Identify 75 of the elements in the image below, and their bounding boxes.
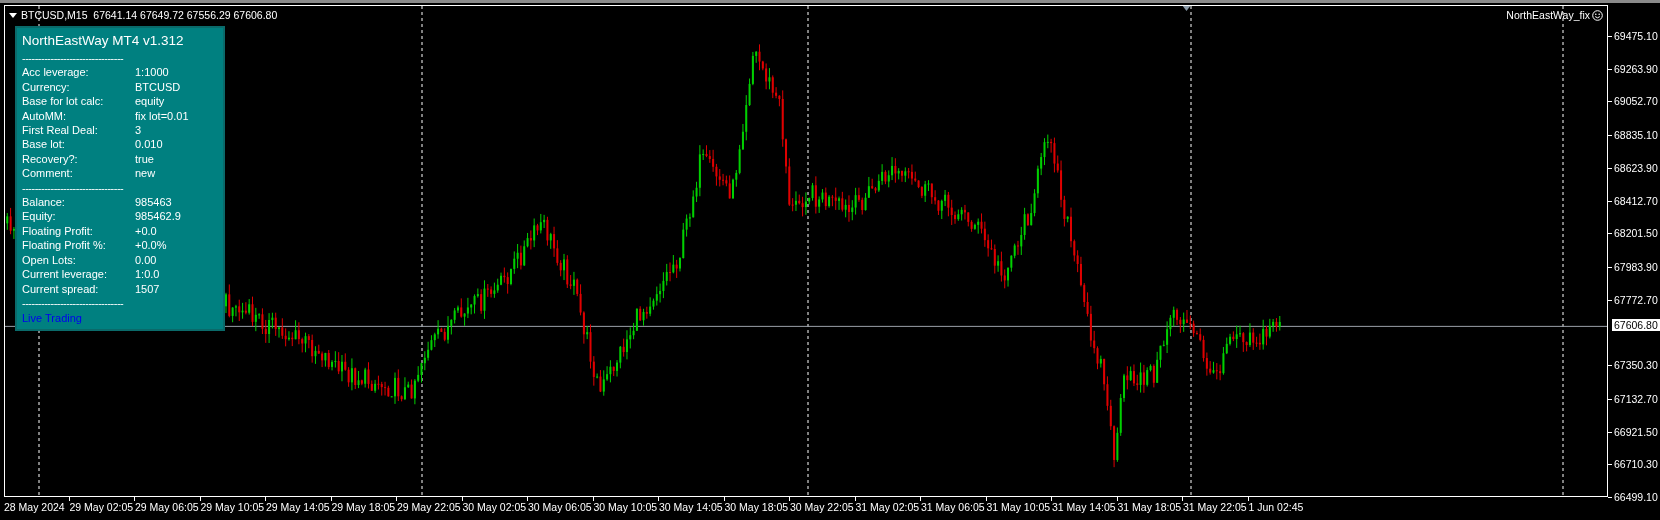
price-label: 66710.30 <box>1614 458 1658 471</box>
info-value: true <box>135 151 154 167</box>
current-price-label: 67606.80 <box>1612 319 1660 332</box>
price-label: 68412.70 <box>1614 194 1658 207</box>
price-label: 68623.90 <box>1614 161 1658 174</box>
price-label: 67772.70 <box>1614 293 1658 306</box>
info-label: Equity: <box>22 209 57 224</box>
time-label: 29 May 14:05 <box>266 501 330 513</box>
info-value: +0.0% <box>135 238 167 253</box>
info-label: First Real Deal: <box>22 123 99 138</box>
price-label: 67132.70 <box>1614 392 1658 405</box>
info-value: 1:0.0 <box>135 267 160 282</box>
time-label: 31 May 10:05 <box>986 501 1051 513</box>
time-label: 31 May 18:05 <box>1117 501 1182 513</box>
time-label: 29 May 10:05 <box>200 501 265 513</box>
price-label: 69052.70 <box>1614 95 1658 108</box>
time-label: 30 May 06:05 <box>528 501 592 513</box>
info-value: 985463 <box>135 195 172 210</box>
symbol-info: BTCUSD,M15 67641.14 67649.72 67556.29 67606.80 <box>21 8 278 23</box>
time-label: 29 May 06:05 <box>135 501 199 513</box>
time-label: 31 May 02:05 <box>855 501 920 513</box>
info-value: 1:1000 <box>135 65 169 80</box>
time-label: 31 May 06:05 <box>921 501 985 513</box>
info-value: +0.0 <box>135 223 157 239</box>
time-label: 30 May 10:05 <box>593 501 658 513</box>
time-label: 29 May 22:05 <box>397 501 461 513</box>
time-label: 28 May 2024 <box>4 501 65 513</box>
price-label: 68835.10 <box>1614 129 1658 142</box>
info-value: 3 <box>135 123 142 138</box>
dropdown-icon[interactable] <box>9 13 17 19</box>
time-label: 30 May 22:05 <box>790 501 854 513</box>
smiley-icon <box>1592 10 1603 22</box>
price-label: 66921.50 <box>1614 425 1658 438</box>
panel-title: NorthEastWay MT4 v1.312 <box>22 32 185 50</box>
info-label: Recovery?: <box>22 151 79 167</box>
divider-text: -------------------------------- <box>22 51 125 66</box>
info-value: 985462.9 <box>135 209 181 224</box>
info-label: Open Lots: <box>22 252 77 268</box>
info-label: Floating Profit %: <box>22 238 107 253</box>
info-label: Balance: <box>22 195 66 210</box>
info-label: Base for lot calc: <box>22 94 105 109</box>
indicator-label: NorthEastWay_fix <box>1506 8 1590 23</box>
info-value: 1507 <box>135 281 160 296</box>
time-label: 1 Jun 02:45 <box>1248 501 1304 513</box>
status-text: Live Trading <box>22 311 83 327</box>
price-label: 69263.90 <box>1614 62 1658 75</box>
price-label: 66499.10 <box>1614 490 1658 503</box>
divider-text: -------------------------------- <box>22 295 125 311</box>
time-label: 30 May 18:05 <box>724 501 789 513</box>
time-label: 29 May 18:05 <box>331 501 396 513</box>
time-label: 31 May 22:05 <box>1183 501 1247 513</box>
chart-shift-marker-icon[interactable] <box>1182 6 1191 11</box>
time-label: 29 May 02:05 <box>69 501 134 513</box>
info-value: 0.00 <box>135 252 157 268</box>
info-value: BTCUSD <box>135 79 181 95</box>
info-label: Current spread: <box>22 281 100 296</box>
info-label: Comment: <box>22 166 74 181</box>
info-label: AutoMM: <box>22 108 67 124</box>
time-label: 30 May 02:05 <box>462 501 527 513</box>
info-label: Floating Profit: <box>22 223 94 239</box>
info-value: equity <box>135 94 165 109</box>
info-value: 0.010 <box>135 137 163 152</box>
time-label: 31 May 14:05 <box>1052 501 1116 513</box>
time-label: 30 May 14:05 <box>659 501 723 513</box>
divider-text: -------------------------------- <box>22 180 125 196</box>
info-label: Current leverage: <box>22 267 108 282</box>
info-label: Base lot: <box>22 137 66 152</box>
info-value: fix lot=0.01 <box>135 108 189 124</box>
price-label: 68201.50 <box>1614 227 1658 240</box>
price-label: 69475.10 <box>1614 30 1658 42</box>
info-value: new <box>135 166 156 181</box>
info-label: Currency: <box>22 79 71 95</box>
price-label: 67350.30 <box>1614 359 1658 372</box>
price-label: 67983.90 <box>1614 260 1658 273</box>
info-label: Acc leverage: <box>22 65 90 80</box>
